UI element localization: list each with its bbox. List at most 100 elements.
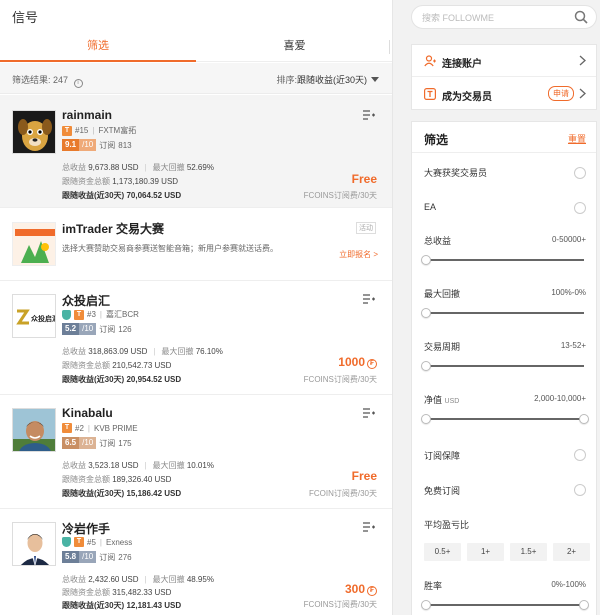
slider-min-handle[interactable] [421,414,431,424]
trader-meta: T #15 | FXTM富拓 [62,125,136,136]
stat-follow-profit: 跟随收益(近30天) 12,181.43 USD [62,601,182,610]
subscription-price-label: FCOINS订阅费/30天 [303,191,377,200]
stat-follow-funds: 跟随资金总额 189,326.40 USD [62,475,172,484]
max-drawdown-range: 100%-0% [551,288,586,297]
promo-tag: 活动 [356,222,376,234]
dog-avatar-icon [13,111,55,153]
subscribers-count: 276 [118,552,132,562]
trading-period-range: 13-52+ [560,341,586,350]
trader-name[interactable]: rainmain [62,108,112,122]
subscription-price-label: FCOINS订阅费/30天 [303,600,377,609]
contest-winners-toggle[interactable] [574,167,586,179]
trader-name[interactable]: 众投启汇 [62,292,110,309]
pl-ratio-option[interactable]: 1.5+ [510,543,547,561]
add-to-list-icon[interactable] [363,294,375,304]
subscribers-count: 813 [118,140,132,150]
stat-profit-drawdown: 总收益 318,863.09 USD | 最大回撤 76.10% [62,347,223,356]
become-trader-label: 成为交易员 [442,92,492,103]
tab-favorites[interactable]: 喜爱 [196,32,392,62]
verified-shield-icon [62,537,71,547]
trader-score: 6.5/10 [62,437,97,449]
sort-value: 跟随收益(近30天) [296,75,367,85]
pl-ratio-options: 0.5+ 1+ 1.5+ 2+ [424,543,590,561]
search-input[interactable] [422,11,572,24]
trader-badge-icon: T [62,125,72,136]
slider-min-handle[interactable] [421,255,431,265]
subscription-price-label: FCOIN订阅费/30天 [308,489,377,498]
equity-slider[interactable] [421,414,589,424]
trader-name[interactable]: Kinabalu [62,406,113,420]
equity-unit: USD [444,398,460,405]
stat-follow-profit: 跟随收益(近30天) 70,064.52 USD [62,191,182,200]
tab-divider [389,40,390,54]
reset-filters-link[interactable]: 重置 [568,132,586,145]
slider-min-handle[interactable] [421,600,431,610]
trader-avatar[interactable] [12,408,56,452]
trader-card[interactable]: rainmain T #15 | FXTM富拓 9.1/10 订阅 813 总收… [0,95,392,208]
stat-follow-funds: 跟随资金总额 210,542.73 USD [62,361,172,370]
subscription-price-label: FCOINS订阅费/30天 [303,375,377,384]
slider-min-handle[interactable] [421,308,431,318]
fcoin-icon: ₣ [367,359,377,369]
trader-card[interactable]: 冷岩作手 T #5 | Exness 5.8/10 订阅 276 总收益 2,4… [0,510,392,615]
tab-filter[interactable]: 筛选 [0,32,196,62]
promo-description: 选择大赛赞助交易商参赛送智能音箱；新用户参赛就送话费。 [62,244,278,253]
trader-meta: T #5 | Exness [62,537,132,547]
search-icon[interactable] [574,10,588,24]
trader-badge-icon: T [74,537,84,547]
subscription-guarantee-toggle[interactable] [574,449,586,461]
trader-broker: 嘉汇BCR [105,310,139,319]
pl-ratio-option[interactable]: 0.5+ [424,543,461,561]
promo-title[interactable]: imTrader 交易大赛 [62,220,164,237]
trader-card[interactable]: 众投启汇 众投启汇 T #3 | 嘉汇BCR 5.2/10 订阅 126 总收益… [0,282,392,395]
filter-result-bar: 筛选结果: 247 i 排序:跟随收益(近30天) [0,63,392,94]
meta-divider: | [92,126,95,135]
trader-broker: Exness [105,537,133,547]
add-to-list-icon[interactable] [363,408,375,418]
free-subscription-toggle[interactable] [574,484,586,496]
trader-score-row: 9.1/10 订阅 813 [62,139,132,151]
stat-follow-funds: 跟随资金总额 315,482.33 USD [62,588,172,597]
max-drawdown-label: 最大回撤 [424,289,461,299]
apply-badge[interactable]: 申请 [548,86,574,101]
info-icon[interactable]: i [73,79,83,88]
stat-follow-funds: 跟随资金总额 1,173,180.39 USD [62,177,179,186]
promo-image[interactable] [12,222,56,266]
trader-broker: KVB PRIME [93,423,138,433]
add-to-list-icon[interactable] [363,522,375,532]
total-profit-label: 总收益 [424,236,452,246]
pl-ratio-option[interactable]: 1+ [467,543,504,561]
connect-account-label: 连接账户 [442,59,482,70]
add-to-list-icon[interactable] [363,110,375,120]
subscribers-count: 175 [118,438,132,448]
trading-period-slider[interactable] [421,361,584,371]
promo-signup-link[interactable]: 立即报名 > [339,249,378,260]
trader-avatar[interactable] [12,110,56,154]
connect-account-row[interactable]: 连接账户 [412,45,596,77]
pl-ratio-option[interactable]: 2+ [553,543,590,561]
slider-min-handle[interactable] [421,361,431,371]
filter-result-count: 247 [53,75,69,85]
trader-name[interactable]: 冷岩作手 [62,520,110,537]
chevron-right-icon [579,88,586,99]
total-profit-slider[interactable] [421,255,584,265]
trader-card[interactable]: Kinabalu T #2 | KVB PRIME 6.5/10 订阅 175 … [0,396,392,509]
subscription-price: Free [351,172,377,186]
trader-badge-icon [424,88,436,100]
equity-range: 2,000-10,000+ [534,394,586,403]
slider-max-handle[interactable] [579,414,589,424]
ea-toggle[interactable] [574,202,586,214]
total-profit-range: 0-50000+ [551,235,586,244]
trader-badge-icon: T [62,423,72,433]
win-rate-slider[interactable] [421,600,589,610]
slider-max-handle[interactable] [579,600,589,610]
max-drawdown-slider[interactable] [421,308,584,318]
caret-down-icon [371,77,379,82]
become-trader-row[interactable]: 成为交易员 申请 [412,78,596,110]
ea-label: EA [424,202,437,212]
trader-avatar[interactable]: 众投启汇 [12,294,56,338]
trader-avatar[interactable] [12,522,56,566]
subscription-guarantee-label: 订阅保障 [424,451,461,461]
chevron-right-icon [579,55,586,66]
sort-dropdown[interactable]: 排序:跟随收益(近30天) [276,73,379,86]
